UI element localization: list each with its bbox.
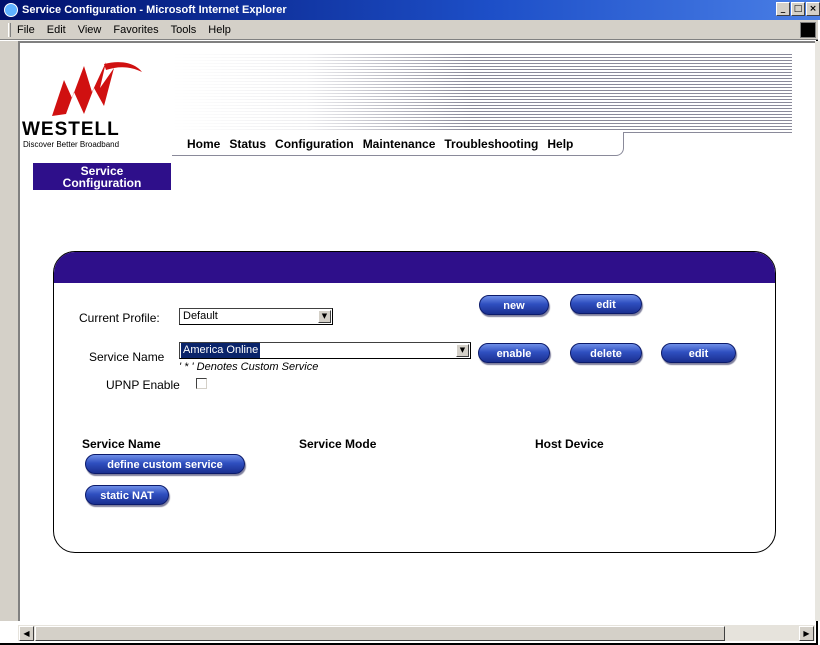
panel-header <box>54 252 775 283</box>
scrollbar-thumb[interactable] <box>35 626 725 641</box>
edit-profile-button[interactable]: edit <box>570 294 642 314</box>
nav-status[interactable]: Status <box>229 137 266 151</box>
delete-service-button[interactable]: delete <box>570 343 642 363</box>
service-name-select[interactable]: America Online ▼ <box>179 342 471 359</box>
service-name-label: Service Name <box>89 350 165 364</box>
brand-tagline: Discover Better Broadband <box>23 140 120 149</box>
column-service-mode: Service Mode <box>299 437 377 451</box>
menu-file[interactable]: File <box>17 24 35 36</box>
maximize-button[interactable]: □ <box>791 2 805 16</box>
minimize-button[interactable]: _ <box>776 2 790 16</box>
left-gutter <box>0 41 18 621</box>
brand-name: WESTELL <box>22 119 120 140</box>
window-titlebar: Service Configuration - Microsoft Intern… <box>0 0 820 20</box>
current-profile-label: Current Profile: <box>79 311 160 325</box>
header-stripe-banner <box>172 52 792 134</box>
menu-tools[interactable]: Tools <box>171 24 197 36</box>
nav-home[interactable]: Home <box>187 137 220 151</box>
nav-maintenance[interactable]: Maintenance <box>363 137 436 151</box>
current-profile-value: Default <box>183 310 218 322</box>
internet-explorer-icon <box>4 3 18 17</box>
westell-logo: WESTELL Discover Better Broadband <box>22 58 162 149</box>
menu-favorites[interactable]: Favorites <box>113 24 158 36</box>
upnp-enable-checkbox[interactable] <box>196 378 207 389</box>
menu-view[interactable]: View <box>78 24 102 36</box>
service-config-panel <box>53 251 776 553</box>
main-navigation: Home Status Configuration Maintenance Tr… <box>187 137 573 151</box>
scroll-left-arrow-icon[interactable]: ◀ <box>19 626 34 641</box>
close-button[interactable]: × <box>806 2 820 16</box>
custom-service-note: ' * ' Denotes Custom Service <box>179 361 319 373</box>
nav-help[interactable]: Help <box>547 137 573 151</box>
new-profile-button[interactable]: new <box>479 295 549 315</box>
column-service-name: Service Name <box>82 437 161 451</box>
section-tab-line2: Configuration <box>62 176 142 190</box>
define-custom-service-button[interactable]: define custom service <box>85 454 245 474</box>
vertical-scrollbar[interactable] <box>815 41 820 621</box>
chevron-down-icon[interactable]: ▼ <box>456 344 469 357</box>
enable-service-button[interactable]: enable <box>478 343 550 363</box>
static-nat-button[interactable]: static NAT <box>85 485 169 505</box>
upnp-enable-label: UPNP Enable <box>106 378 180 392</box>
menu-help[interactable]: Help <box>208 24 231 36</box>
menu-edit[interactable]: Edit <box>47 24 66 36</box>
edit-service-button[interactable]: edit <box>661 343 736 363</box>
scroll-right-arrow-icon[interactable]: ▶ <box>799 626 814 641</box>
current-profile-select[interactable]: Default ▼ <box>179 308 333 325</box>
nav-troubleshooting[interactable]: Troubleshooting <box>444 137 538 151</box>
windows-logo-icon <box>800 22 816 38</box>
section-tab-service-configuration: Service Configuration <box>33 163 171 190</box>
chevron-down-icon[interactable]: ▼ <box>318 310 331 323</box>
horizontal-scrollbar[interactable]: ◀ ▶ <box>18 624 815 641</box>
window-title: Service Configuration - Microsoft Intern… <box>22 4 287 16</box>
menubar: File Edit View Favorites Tools Help <box>0 20 818 40</box>
toolbar-grip <box>8 22 11 37</box>
service-name-value: America Online <box>181 343 261 358</box>
column-host-device: Host Device <box>535 437 604 451</box>
nav-configuration[interactable]: Configuration <box>275 137 354 151</box>
westell-w-mark-icon <box>52 62 142 116</box>
